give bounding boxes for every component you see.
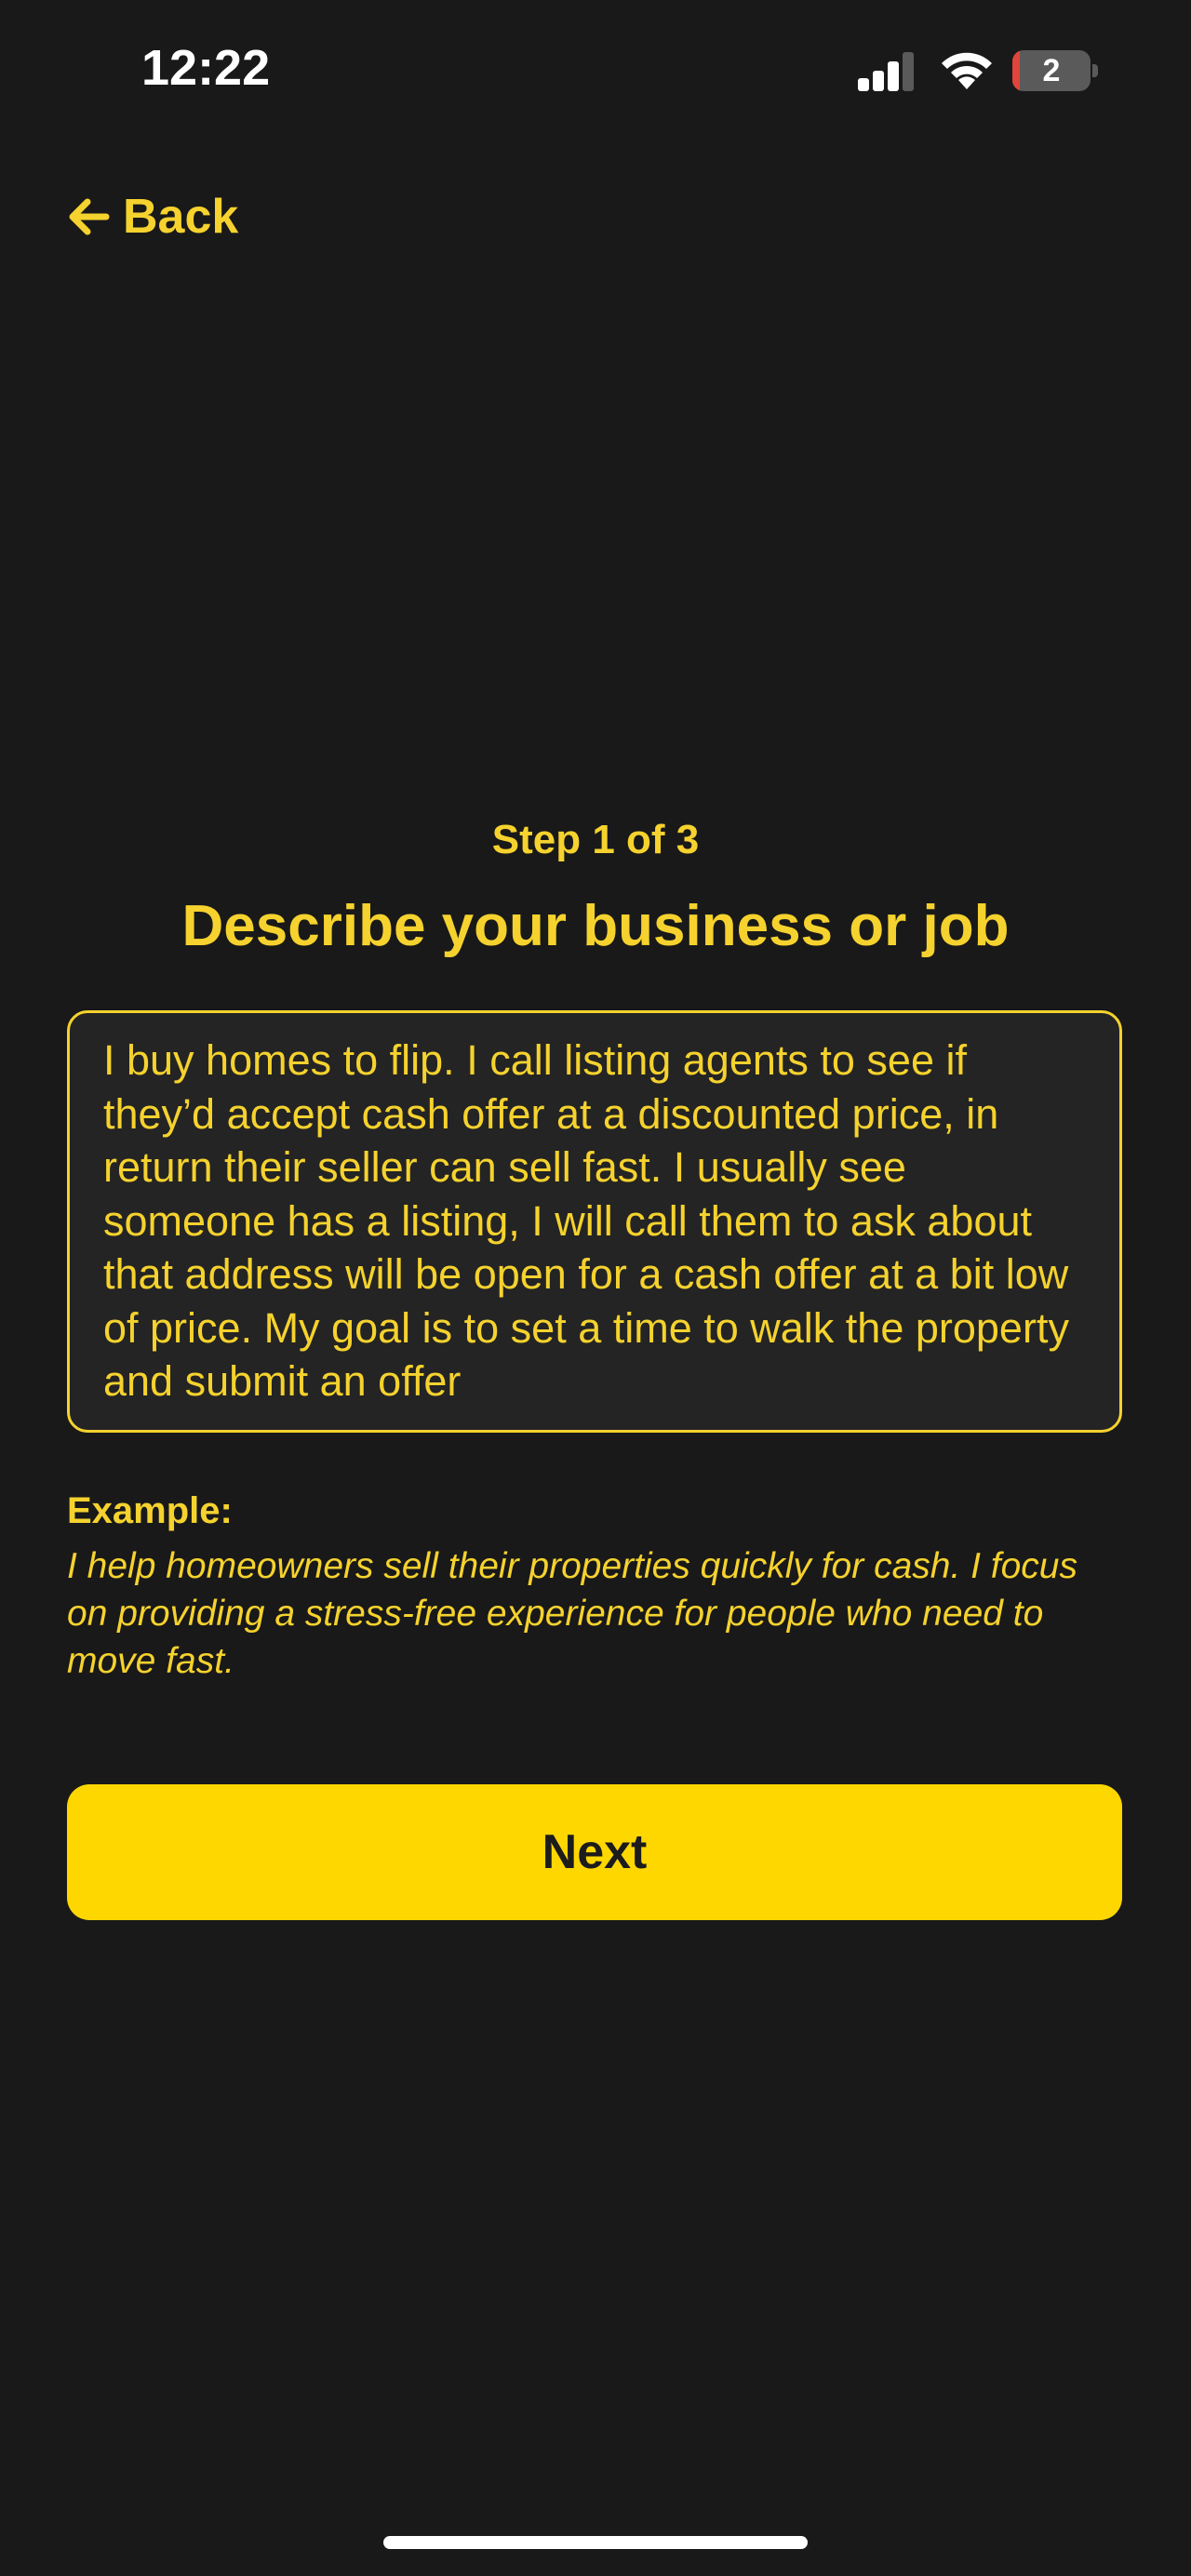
back-button[interactable]: Back — [67, 186, 238, 247]
battery-body: 2 — [1012, 50, 1091, 91]
business-description-field[interactable]: I buy homes to flip. I call listing agen… — [67, 1010, 1122, 1433]
battery-level: 2 — [1042, 53, 1061, 88]
battery-icon: 2 — [1012, 50, 1098, 91]
signal-icon — [858, 52, 914, 91]
home-indicator[interactable] — [383, 2536, 808, 2549]
status-bar: 12:22 2 — [0, 0, 1191, 140]
step-indicator: Step 1 of 3 — [491, 817, 700, 862]
example-text: I help homeowners sell their properties … — [67, 1546, 1078, 1681]
next-button[interactable]: Next — [67, 1784, 1122, 1920]
back-label: Back — [123, 190, 239, 244]
status-time: 12:22 — [141, 40, 271, 96]
battery-cap — [1092, 64, 1098, 77]
next-label: Next — [542, 1825, 648, 1879]
example-label: Example: — [67, 1490, 233, 1531]
wifi-icon — [942, 52, 992, 89]
arrow-left-icon — [69, 198, 110, 235]
page-title: Describe your business or job — [181, 894, 1010, 958]
